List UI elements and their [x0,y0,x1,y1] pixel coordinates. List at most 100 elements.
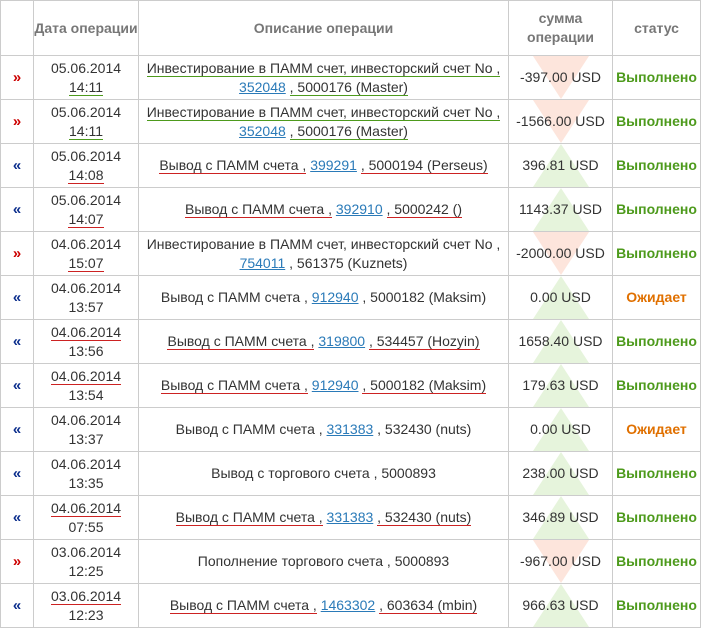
status-badge: Выполнено [612,539,701,584]
account-link[interactable]: 912940 [312,377,359,393]
operation-description-cell: Вывод с ПАММ счета , 331383 , 532430 (nu… [138,495,509,540]
description-text: Инвестирование в ПАММ счет, инвесторский… [146,59,501,77]
account-link[interactable]: 1463302 [321,597,376,613]
direction-arrow: « [12,157,22,174]
operation-time: 14:11 [69,122,103,140]
status-badge: Ожидает [612,275,701,320]
table-row: «04.06.2014 13:56 Вывод с ПАММ счета , 319… [0,319,701,364]
table-row: «04.06.2014 07:55 Вывод с ПАММ счета , 331… [0,495,701,540]
incoming-arrow-icon: « [0,407,34,452]
operation-amount: 1658.40 USD [518,333,603,349]
description-text: Вывод с ПАММ счета , [167,333,315,350]
account-link[interactable]: 331383 [327,421,374,437]
operation-description-cell: Инвестирование в ПАММ счет, инвесторский… [138,55,509,100]
operation-date: 05.06.2014 [50,147,122,164]
status-label: Выполнено [616,245,697,261]
operation-date: 03.06.2014 [50,587,122,605]
operation-amount-cell: 238.00 USD [508,451,613,496]
operation-date: 04.06.2014 [50,323,122,341]
account-link[interactable]: 399291 [310,157,357,173]
direction-arrow: « [12,421,22,438]
incoming-arrow-icon: « [0,583,34,628]
description-rest: , 532430 (nuts) [377,421,472,437]
status-label: Ожидает [626,289,687,305]
operation-date-cell: 05.06.2014 14:11 [33,99,139,144]
operation-date-cell: 03.06.2014 12:25 [33,539,139,584]
operation-time: 13:57 [68,298,104,315]
operation-description-cell: Вывод с торгового счета , 5000893 [138,451,509,496]
table-row: » 05.06.2014 14:11 Инвестирование в ПАММ сч… [0,55,701,100]
account-link[interactable]: 352048 [239,79,286,95]
direction-arrow: « [12,289,22,306]
operation-description-cell: Вывод с ПАММ счета , 912940 , 5000182 (M… [138,363,509,408]
operation-amount-cell: 0.00 USD [508,275,613,320]
outgoing-arrow-icon: » [0,99,34,144]
header-date-label: Дата операции [34,19,138,36]
header-amount[interactable]: сумма операции [508,0,613,56]
incoming-arrow-icon: « [0,275,34,320]
operation-date-cell: 05.06.2014 14:07 [33,187,139,232]
description-text: Вывод с ПАММ счета , [169,597,317,614]
account-link[interactable]: 331383 [327,509,374,525]
description-rest: , 532430 (nuts) [377,509,472,526]
account-link[interactable]: 912940 [312,289,359,305]
header-amount-label: сумма операции [527,10,594,45]
description-text: Вывод с торгового счета , 5000893 [211,465,436,481]
operation-date-cell: 04.06.2014 07:55 [33,495,139,540]
table-header-row: Дата операции Описание операции сумма оп… [0,0,701,56]
header-date[interactable]: Дата операции [33,0,139,56]
description-text: Вывод с ПАММ счета , [159,157,307,174]
description-text: Вывод с ПАММ счета , [160,377,308,394]
status-badge: Выполнено [612,583,701,628]
status-badge: Выполнено [612,319,701,364]
status-label: Выполнено [616,377,697,393]
operation-date-cell: 03.06.2014 12:23 [33,583,139,628]
operation-amount-cell: -967.00 USD [508,539,613,584]
incoming-arrow-icon: « [0,363,34,408]
description-rest: , 5000194 (Perseus) [360,157,488,174]
header-description[interactable]: Описание операции [138,0,509,56]
operation-description-cell: Вывод с ПАММ счета , 1463302 , 603634 (m… [138,583,509,628]
status-label: Выполнено [616,465,697,481]
operation-time: 14:07 [68,210,104,228]
operation-time: 12:25 [68,562,104,579]
operation-description-cell: Инвестирование в ПАММ счет, инвесторский… [138,99,509,144]
account-link[interactable]: 319800 [318,333,365,349]
status-label: Ожидает [626,421,687,437]
operation-date-cell: 04.06.2014 13:54 [33,363,139,408]
status-label: Выполнено [616,69,697,85]
direction-arrow: » [12,113,22,130]
operation-time: 13:35 [68,474,104,491]
status-badge: Выполнено [612,99,701,144]
operation-time: 14:11 [69,78,103,96]
status-badge: Выполнено [612,231,701,276]
description-rest: , 5000176 (Master) [289,122,408,140]
operation-amount: -2000.00 USD [516,245,605,261]
operation-date: 04.06.2014 [50,455,122,472]
operation-description-cell: Вывод с ПАММ счета , 319800 , 534457 (Ho… [138,319,509,364]
status-badge: Выполнено [612,451,701,496]
operation-date-cell: 05.06.2014 14:11 [33,55,139,100]
table-row: « 04.06.2014 13:57 Вывод с ПАММ счета , 912… [0,275,701,320]
account-link[interactable]: 754011 [240,255,286,271]
operation-amount-cell: -1566.00 USD [508,99,613,144]
account-link[interactable]: 352048 [239,123,286,139]
description-rest: , 5000176 (Master) [289,78,408,96]
operation-time: 13:56 [68,342,104,359]
status-label: Выполнено [616,333,697,349]
operation-date: 05.06.2014 [50,191,122,208]
operation-amount: 1143.37 USD [518,201,602,217]
operation-amount-cell: 1143.37 USD [508,187,613,232]
operation-amount: -397.00 USD [520,69,601,85]
operation-amount: 966.63 USD [522,597,599,613]
account-link[interactable]: 392910 [336,201,383,217]
operation-date: 04.06.2014 [50,279,122,296]
outgoing-arrow-icon: » [0,231,34,276]
operation-amount: 179.63 USD [522,377,599,393]
outgoing-arrow-icon: » [0,55,34,100]
operations-table: Дата операции Описание операции сумма оп… [0,0,701,628]
operation-date-cell: 05.06.2014 14:08 [33,143,139,188]
operation-date: 04.06.2014 [50,499,122,517]
operation-amount: 346.89 USD [522,509,599,525]
header-status[interactable]: статус [612,0,701,56]
